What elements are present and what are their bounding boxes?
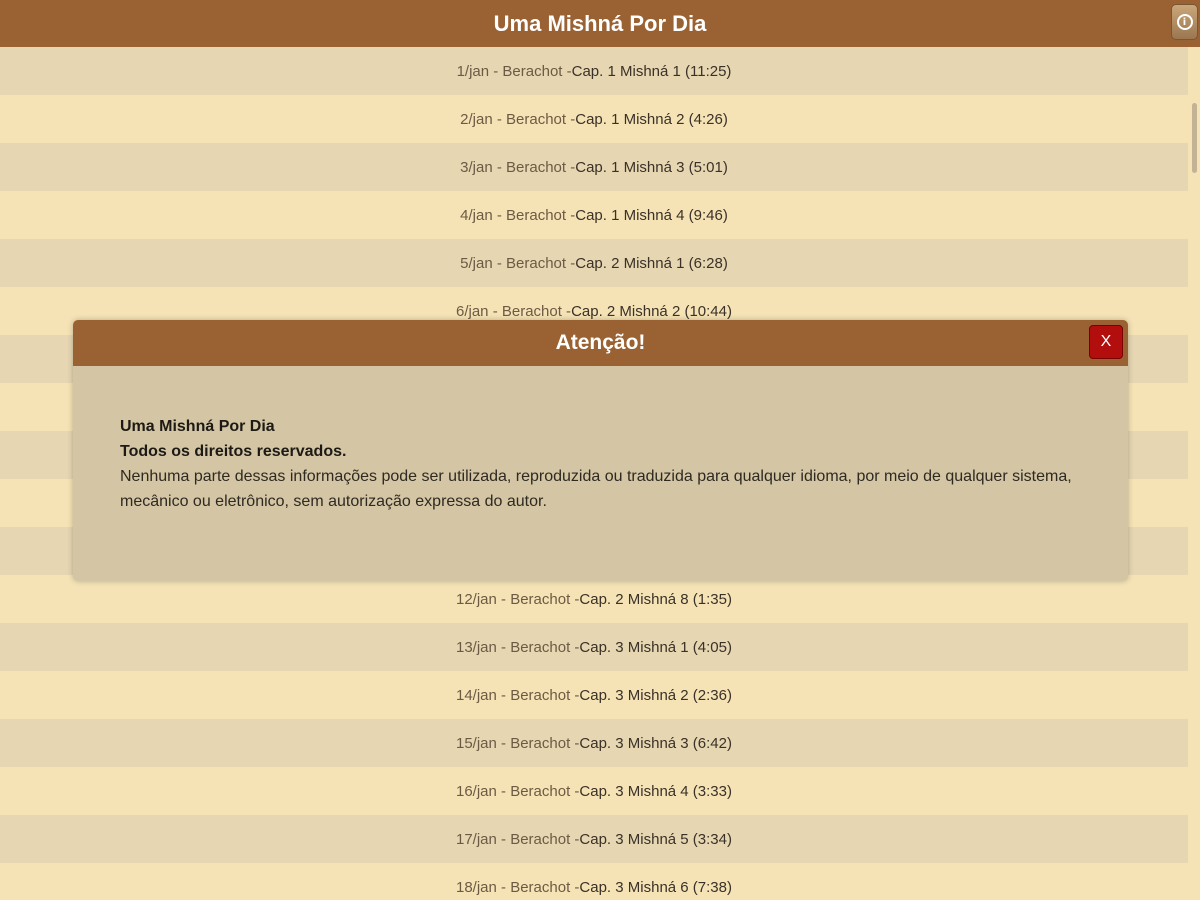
list-item[interactable]: 12/jan - Berachot - Cap. 2 Mishná 8 (1:3… [0,575,1188,623]
list-item-date: 4/jan - Berachot - [460,206,576,224]
info-button[interactable]: i [1171,4,1198,40]
list-item-chapter: Cap. 3 Mishná 6 (7:38) [579,878,732,896]
list-item-date: 12/jan - Berachot - [456,590,580,608]
list-item-chapter: Cap. 3 Mishná 4 (3:33) [579,782,732,800]
list-item[interactable]: 2/jan - Berachot - Cap. 1 Mishná 2 (4:26… [0,95,1188,143]
list-item-date: 2/jan - Berachot - [460,110,576,128]
list-item[interactable]: 14/jan - Berachot - Cap. 3 Mishná 2 (2:3… [0,671,1188,719]
list-item-chapter: Cap. 2 Mishná 1 (6:28) [575,254,728,272]
list-item-chapter: Cap. 3 Mishná 1 (4:05) [579,638,732,656]
scrollbar[interactable] [1188,47,1200,900]
app-title: Uma Mishná Por Dia [493,10,707,36]
info-icon: i [1176,14,1193,30]
list-item[interactable]: 13/jan - Berachot - Cap. 3 Mishná 1 (4:0… [0,623,1188,671]
list-item[interactable]: 5/jan - Berachot - Cap. 2 Mishná 1 (6:28… [0,239,1188,287]
list-item-chapter: Cap. 1 Mishná 4 (9:46) [575,206,728,224]
list-item-chapter: Cap. 1 Mishná 3 (5:01) [575,158,728,176]
list-item[interactable]: 1/jan - Berachot - Cap. 1 Mishná 1 (11:2… [0,47,1188,95]
dialog-header: Atenção! X [73,320,1128,366]
dialog-rights: Todos os direitos reservados. [120,443,347,460]
list-item[interactable]: 15/jan - Berachot - Cap. 3 Mishná 3 (6:4… [0,719,1188,767]
list-item-date: 1/jan - Berachot - [456,62,572,80]
list-item[interactable]: 18/jan - Berachot - Cap. 3 Mishná 6 (7:3… [0,863,1188,900]
dialog-body: Uma Mishná Por Dia Todos os direitos res… [73,366,1128,514]
app-header: Uma Mishná Por Dia i [0,0,1200,47]
attention-dialog: Atenção! X Uma Mishná Por Dia Todos os d… [73,320,1128,581]
list-item-date: 3/jan - Berachot - [460,158,576,176]
list-item[interactable]: 16/jan - Berachot - Cap. 3 Mishná 4 (3:3… [0,767,1188,815]
dialog-title: Atenção! [555,331,646,354]
close-button[interactable]: X [1089,325,1123,359]
list-item-chapter: Cap. 3 Mishná 5 (3:34) [579,830,732,848]
list-item-chapter: Cap. 1 Mishná 2 (4:26) [575,110,728,128]
list-item[interactable]: 17/jan - Berachot - Cap. 3 Mishná 5 (3:3… [0,815,1188,863]
list-item-date: 16/jan - Berachot - [456,782,580,800]
list-item[interactable]: 3/jan - Berachot - Cap. 1 Mishná 3 (5:01… [0,143,1188,191]
list-item-chapter: Cap. 2 Mishná 2 (10:44) [571,302,732,320]
list-item[interactable]: 4/jan - Berachot - Cap. 1 Mishná 4 (9:46… [0,191,1188,239]
list-item-date: 14/jan - Berachot - [456,686,580,704]
list-item-chapter: Cap. 2 Mishná 8 (1:35) [579,590,732,608]
dialog-notice: Nenhuma parte dessas informações pode se… [120,468,1072,510]
list-item-date: 18/jan - Berachot - [456,878,580,896]
dialog-app-name: Uma Mishná Por Dia [120,418,275,435]
list-item-date: 13/jan - Berachot - [456,638,580,656]
list-item-chapter: Cap. 1 Mishná 1 (11:25) [571,62,732,80]
list-item-date: 5/jan - Berachot - [460,254,576,272]
list-item-chapter: Cap. 3 Mishná 2 (2:36) [579,686,732,704]
list-item-chapter: Cap. 3 Mishná 3 (6:42) [579,734,732,752]
list-item-date: 17/jan - Berachot - [456,830,580,848]
scrollbar-thumb[interactable] [1192,103,1197,173]
list-item-date: 6/jan - Berachot - [456,302,572,320]
list-item-date: 15/jan - Berachot - [456,734,580,752]
